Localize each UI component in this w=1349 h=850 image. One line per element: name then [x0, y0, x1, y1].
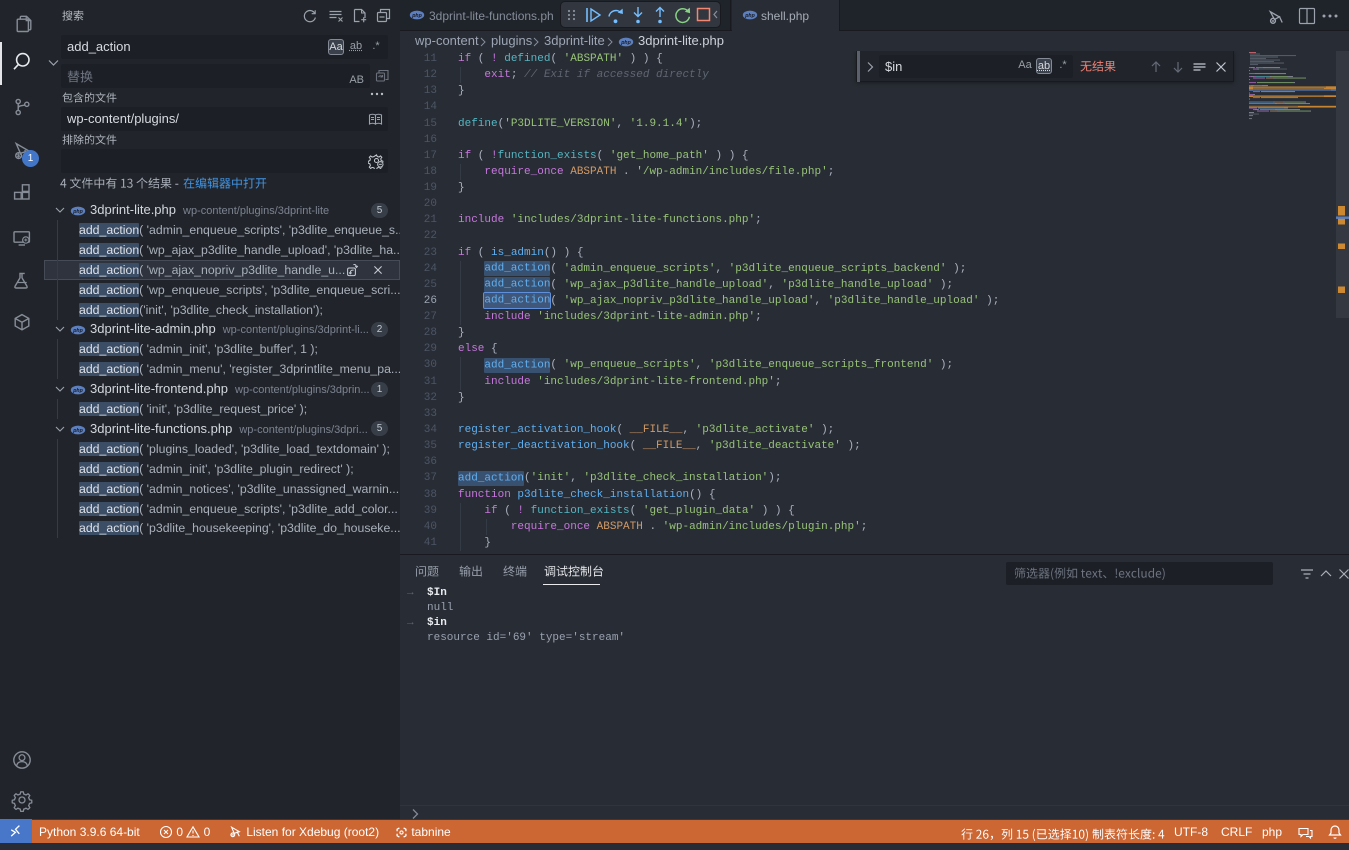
svg-text:php: php	[744, 13, 755, 19]
svg-text:php: php	[72, 209, 83, 215]
svg-text:php: php	[411, 13, 422, 19]
svg-text:php: php	[72, 388, 83, 394]
svg-text:php: php	[72, 428, 83, 434]
svg-text:php: php	[72, 328, 83, 334]
svg-text:php: php	[620, 40, 631, 46]
